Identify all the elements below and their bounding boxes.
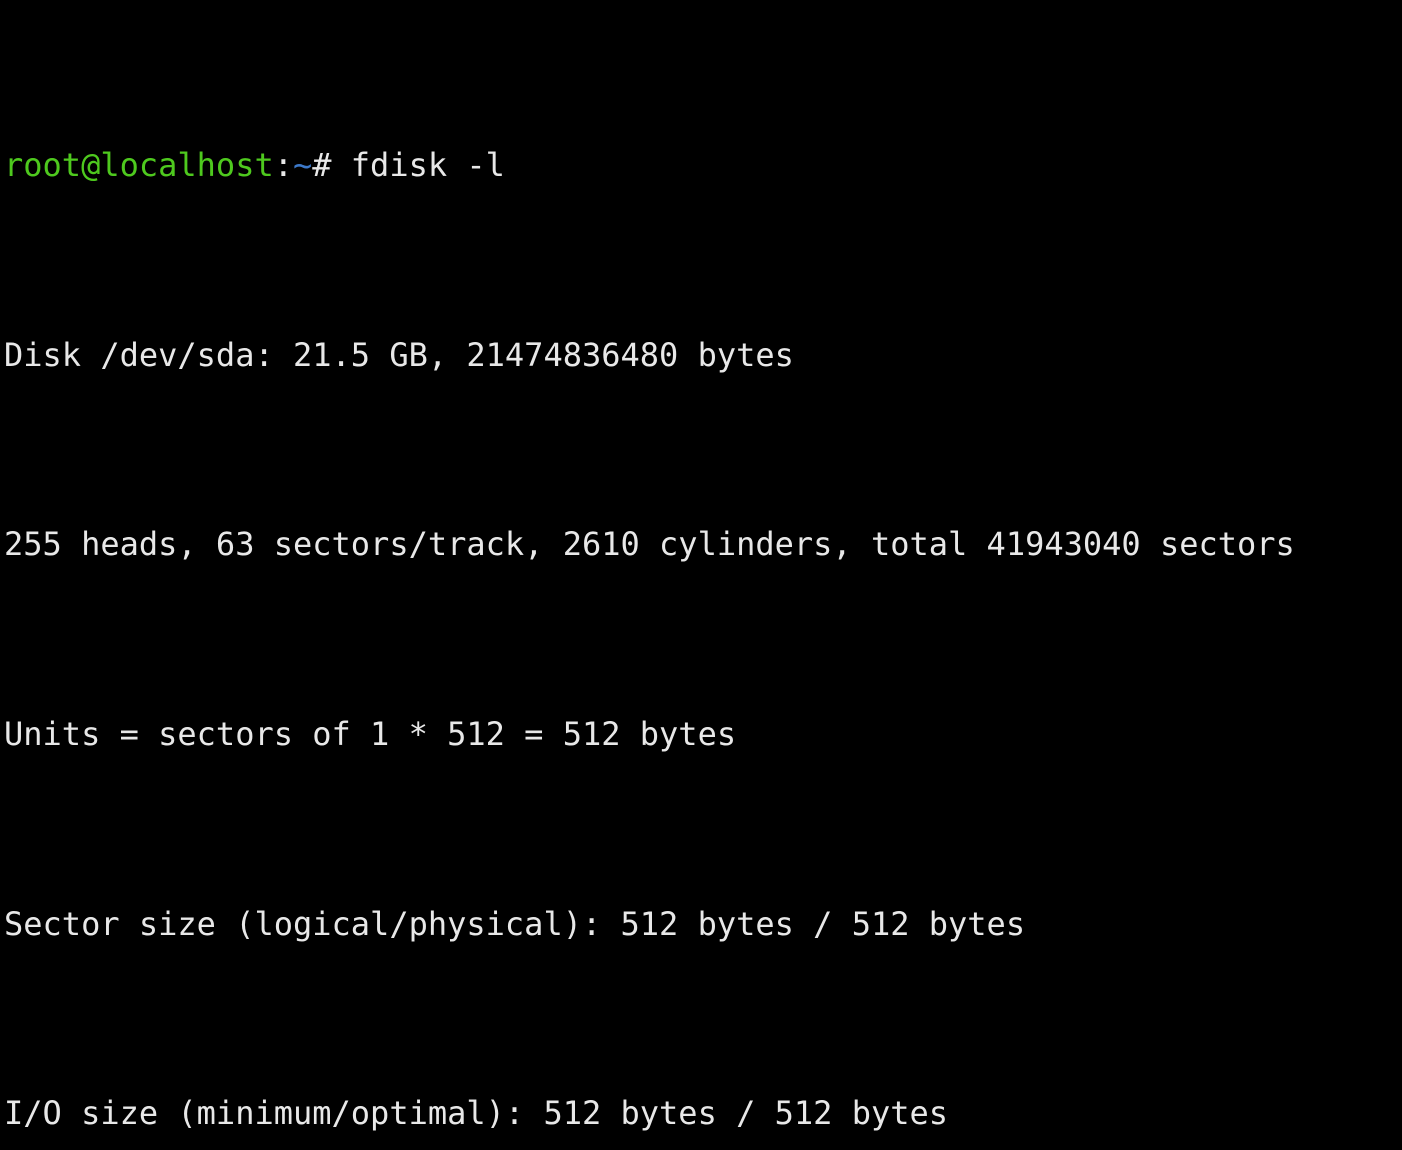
prompt-separator: : — [273, 146, 293, 185]
command-text: fdisk -l — [350, 146, 505, 185]
prompt-cwd: ~ — [292, 146, 313, 185]
terminal-prompt-line: root@localhost:~# fdisk -l — [0, 142, 1402, 189]
output-geometry-line: 255 heads, 63 sectors/track, 2610 cylind… — [4, 525, 1295, 564]
output-sector-size-line: Sector size (logical/physical): 512 byte… — [4, 904, 1026, 943]
prompt-user-host: root@localhost — [4, 146, 274, 185]
terminal-console[interactable]: root@localhost:~# fdisk -l Disk /dev/sda… — [0, 0, 1402, 1132]
output-units-line: Units = sectors of 1 * 512 = 512 bytes — [4, 715, 737, 754]
output-io-size-line: I/O size (minimum/optimal): 512 bytes / … — [4, 1094, 949, 1133]
prompt-sigil: # — [312, 146, 351, 185]
output-disk-line: Disk /dev/sda: 21.5 GB, 21474836480 byte… — [4, 335, 794, 374]
